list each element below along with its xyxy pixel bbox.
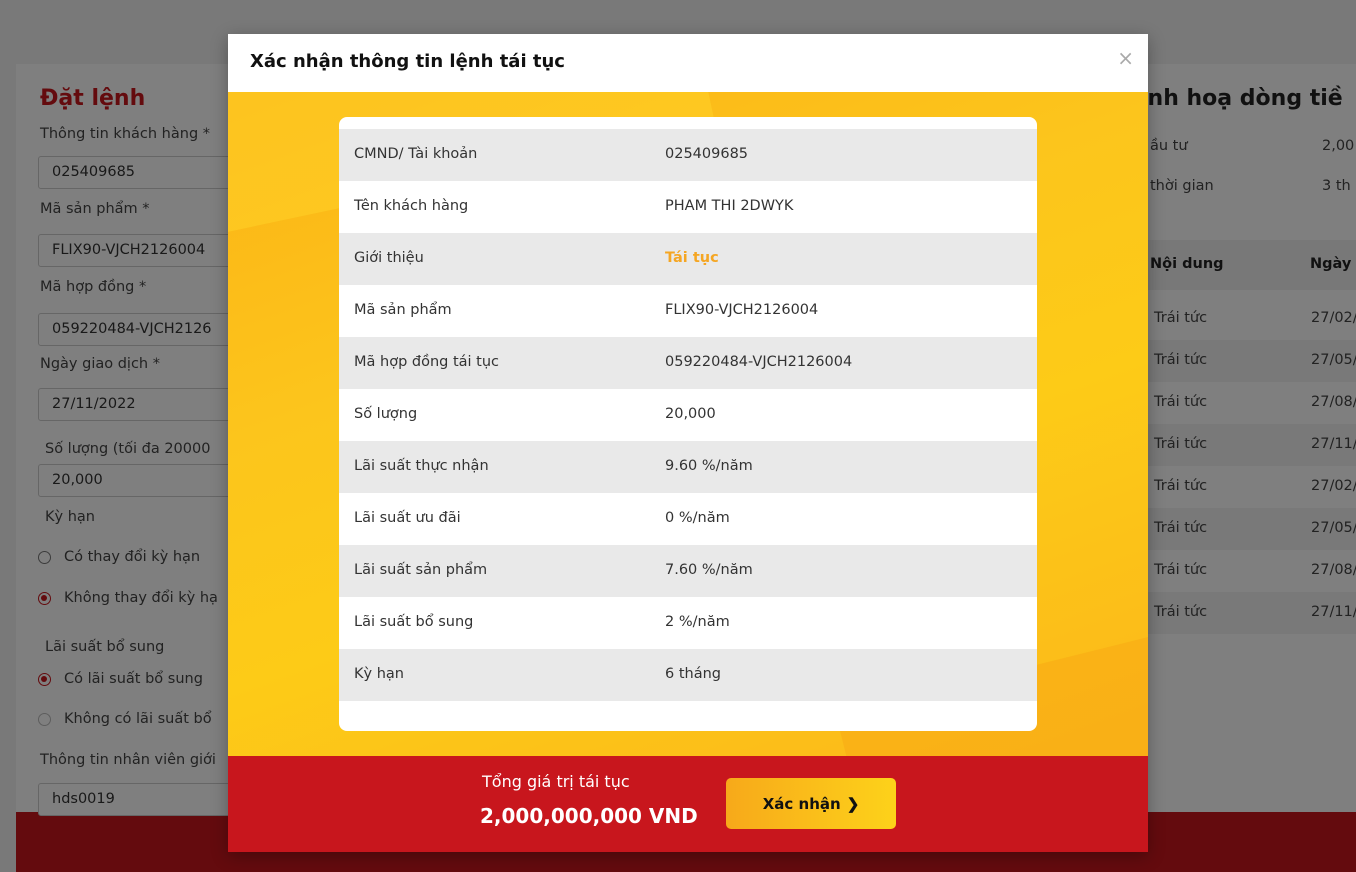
summary-row-net-rate: Lãi suất thực nhận 9.60 %/năm xyxy=(339,441,1037,493)
summary-value: 2 %/năm xyxy=(665,614,730,630)
summary-row-product-code: Mã sản phẩm FLIX90-VJCH2126004 xyxy=(339,285,1037,337)
summary-row-term: Kỳ hạn 6 tháng xyxy=(339,649,1037,701)
summary-label: Tên khách hàng xyxy=(354,198,469,214)
summary-value: PHAM THI 2DWYK xyxy=(665,198,794,214)
dialog-header: Xác nhận thông tin lệnh tái tục × xyxy=(228,34,1148,92)
summary-row-introduction: Giới thiệu Tái tục xyxy=(339,233,1037,285)
summary-value: 025409685 xyxy=(665,146,749,162)
summary-value-highlight: Tái tục xyxy=(665,250,719,266)
summary-label: Kỳ hạn xyxy=(354,666,404,682)
summary-label: Lãi suất bổ sung xyxy=(354,614,474,630)
summary-value: 20,000 xyxy=(665,406,716,422)
summary-label: CMND/ Tài khoản xyxy=(354,146,478,162)
summary-label: Mã sản phẩm xyxy=(354,302,452,318)
summary-label: Số lượng xyxy=(354,406,418,422)
chevron-right-icon: ❯ xyxy=(846,795,860,813)
order-summary-card: CMND/ Tài khoản 025409685 Tên khách hàng… xyxy=(339,117,1037,731)
summary-row-quantity: Số lượng 20,000 xyxy=(339,389,1037,441)
total-value-amount: 2,000,000,000 VND xyxy=(480,804,698,828)
renewal-confirm-dialog: Xác nhận thông tin lệnh tái tục × CMND/ … xyxy=(228,34,1148,852)
summary-label: Giới thiệu xyxy=(354,250,424,266)
dialog-title: Xác nhận thông tin lệnh tái tục xyxy=(250,51,565,72)
summary-value: 9.60 %/năm xyxy=(665,458,753,474)
summary-row-promo-rate: Lãi suất ưu đãi 0 %/năm xyxy=(339,493,1037,545)
summary-row-id: CMND/ Tài khoản 025409685 xyxy=(339,129,1037,181)
summary-row-bonus-rate: Lãi suất bổ sung 2 %/năm xyxy=(339,597,1037,649)
summary-row-customer-name: Tên khách hàng PHAM THI 2DWYK xyxy=(339,181,1037,233)
summary-row-product-rate: Lãi suất sản phẩm 7.60 %/năm xyxy=(339,545,1037,597)
dialog-footer: Tổng giá trị tái tục 2,000,000,000 VND X… xyxy=(228,756,1148,852)
summary-value: 7.60 %/năm xyxy=(665,562,753,578)
confirm-button-label: Xác nhận xyxy=(762,794,841,813)
summary-value: 6 tháng xyxy=(665,666,721,682)
summary-label: Lãi suất thực nhận xyxy=(354,458,489,474)
summary-value: 0 %/năm xyxy=(665,510,730,526)
summary-value: FLIX90-VJCH2126004 xyxy=(665,302,819,318)
summary-label: Mã hợp đồng tái tục xyxy=(354,354,500,370)
dialog-body: CMND/ Tài khoản 025409685 Tên khách hàng… xyxy=(228,92,1148,756)
confirm-button[interactable]: Xác nhận ❯ xyxy=(726,778,896,829)
summary-label: Lãi suất sản phẩm xyxy=(354,562,488,578)
summary-value: 059220484-VJCH2126004 xyxy=(665,354,853,370)
summary-label: Lãi suất ưu đãi xyxy=(354,510,461,526)
total-value-label: Tổng giá trị tái tục xyxy=(482,772,630,791)
close-icon[interactable]: × xyxy=(1117,46,1134,70)
summary-row-contract-code: Mã hợp đồng tái tục 059220484-VJCH212600… xyxy=(339,337,1037,389)
